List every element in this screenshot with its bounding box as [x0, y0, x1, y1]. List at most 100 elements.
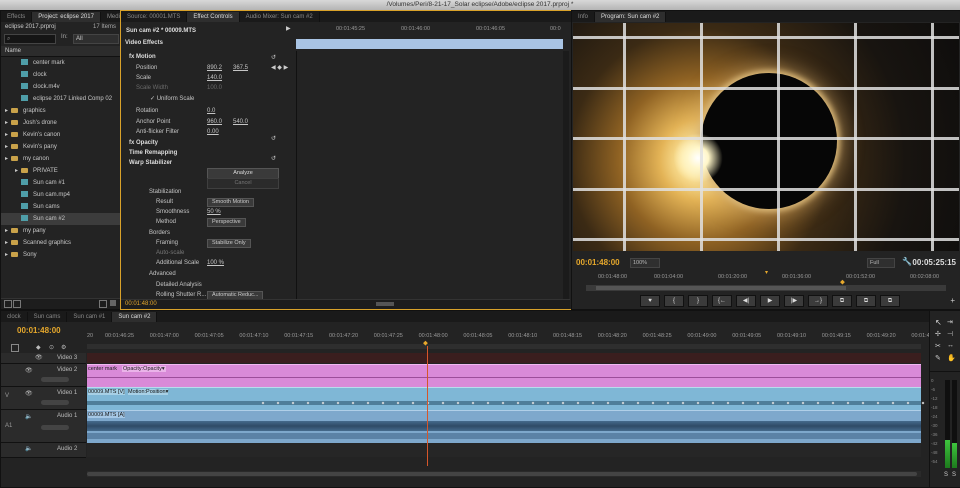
- ec-clip-bar[interactable]: [296, 39, 563, 49]
- keyframe-nav[interactable]: [41, 425, 69, 430]
- effect-value[interactable]: 0.00: [207, 127, 219, 137]
- effect-row[interactable]: Scale: [136, 73, 151, 83]
- link-icon[interactable]: ⊙: [49, 344, 54, 351]
- project-search-input[interactable]: ⌕: [4, 34, 56, 44]
- tab-sun-cams[interactable]: Sun cams: [28, 312, 68, 322]
- timeline-timecode[interactable]: 00:01:48:00: [17, 326, 61, 335]
- project-item[interactable]: Sun cam #2: [1, 213, 120, 225]
- effect-row[interactable]: Position: [136, 63, 157, 73]
- razor-tool-icon[interactable]: ✂: [935, 342, 941, 350]
- tab-project[interactable]: Project: eclipse 2017: [32, 12, 101, 22]
- effect-value[interactable]: 367.5: [233, 63, 248, 73]
- effect-value[interactable]: 960.0: [207, 117, 222, 127]
- effect-row[interactable]: Time Remapping: [129, 148, 177, 158]
- add-marker-icon[interactable]: ◆: [36, 344, 41, 351]
- 00009-video-clip[interactable]: 00009.MTS [V] Motion:Position▾: [87, 387, 955, 410]
- project-item[interactable]: ▸ Scanned graphics: [1, 237, 120, 249]
- new-item-icon[interactable]: [99, 300, 107, 308]
- opacity-rubber-band[interactable]: [87, 377, 921, 378]
- project-item[interactable]: Sun cams: [1, 201, 120, 213]
- transport-button[interactable]: ♥: [640, 295, 660, 307]
- project-item[interactable]: Sun cam #1: [1, 177, 120, 189]
- tab-sun-cam-1[interactable]: Sun cam #1: [67, 312, 113, 322]
- tab-effects[interactable]: Effects: [1, 12, 33, 22]
- effect-row[interactable]: Rotation: [136, 106, 158, 116]
- hand-tool-icon[interactable]: ✋: [947, 354, 956, 362]
- effect-value[interactable]: 140.0: [207, 73, 222, 83]
- solo-right-button[interactable]: S: [952, 472, 956, 478]
- project-item[interactable]: ▸ my canon: [1, 153, 120, 165]
- in-filter-select[interactable]: All: [73, 34, 119, 44]
- quality-select[interactable]: Full: [867, 258, 895, 268]
- reset-icon[interactable]: ↺: [271, 155, 276, 162]
- video3-track[interactable]: [87, 353, 921, 363]
- ec-ruler[interactable]: 00:01:45:25 00:01:46:00 00:01:46:05 00:0: [296, 23, 563, 37]
- eye-icon[interactable]: 👁: [35, 354, 43, 361]
- clip-effect-dropdown[interactable]: Motion:Position▾: [128, 389, 169, 395]
- project-item[interactable]: ▸ my pany: [1, 225, 120, 237]
- timeline-ruler[interactable]: 20 00:01:46:25 00:01:47:00 00:01:47:05 00:01…: [87, 333, 937, 343]
- result-select[interactable]: Smooth Motion: [207, 197, 254, 207]
- tab-sun-cam-2[interactable]: Sun cam #2: [112, 312, 158, 322]
- effect-value[interactable]: 540.0: [233, 117, 248, 127]
- transport-button[interactable]: ◀|: [736, 295, 756, 307]
- rolling-edit-tool-icon[interactable]: ⊣: [947, 330, 953, 338]
- project-item[interactable]: clock.m4v: [1, 81, 120, 93]
- transport-button[interactable]: ⧉: [880, 295, 900, 307]
- effect-row[interactable]: Scale Width: [136, 83, 168, 93]
- advanced-section[interactable]: Advanced: [149, 269, 176, 279]
- scroll-thumb[interactable]: [87, 472, 917, 476]
- method-select[interactable]: Perspective: [207, 217, 246, 227]
- play-clip-icon[interactable]: ▶: [286, 25, 291, 35]
- effect-row[interactable]: ✓ Uniform Scale: [150, 94, 194, 104]
- effect-row[interactable]: fx Motion: [129, 52, 156, 62]
- project-item[interactable]: ▸ PRIVATE: [1, 165, 120, 177]
- zoom-select[interactable]: 100%: [630, 258, 660, 268]
- clip-effect-dropdown[interactable]: Opacity:Opacity▾: [122, 366, 166, 372]
- track-header-video2[interactable]: 👁 Video 2: [1, 364, 86, 387]
- playhead-line[interactable]: [427, 346, 428, 466]
- in-point-icon[interactable]: ▾: [765, 269, 768, 276]
- track-header-audio2[interactable]: 🔈 Audio 2: [1, 443, 86, 458]
- transport-button[interactable]: →}: [808, 295, 828, 307]
- list-view-icon[interactable]: [4, 300, 12, 308]
- smoothness-value[interactable]: 50 %: [207, 207, 221, 217]
- effect-row[interactable]: Warp Stabilizer: [129, 158, 172, 168]
- framing-select[interactable]: Stabilize Only: [207, 238, 251, 248]
- transport-button[interactable]: ▶: [760, 295, 780, 307]
- project-item[interactable]: eclipse 2017 Linked Comp 02: [1, 93, 120, 105]
- additional-scale-value[interactable]: 100 %: [207, 258, 224, 268]
- stabilization-section[interactable]: Stabilization: [149, 187, 181, 197]
- program-video-frame[interactable]: [573, 23, 959, 251]
- effect-row[interactable]: Anchor Point: [136, 117, 170, 127]
- tab-clock[interactable]: clock: [1, 312, 28, 322]
- playhead-icon[interactable]: ⬥: [840, 279, 845, 287]
- selection-tool-icon[interactable]: ↖: [935, 318, 942, 327]
- tab-source[interactable]: Source: 00001.MTS: [121, 12, 188, 22]
- ec-timecode[interactable]: 00:01:48:00: [125, 301, 157, 307]
- tab-info[interactable]: Info: [572, 12, 596, 22]
- snap-icon[interactable]: [11, 344, 19, 352]
- eye-icon[interactable]: 👁: [25, 367, 33, 374]
- reset-icon[interactable]: ↺: [271, 135, 276, 142]
- eye-icon[interactable]: 👁: [25, 390, 33, 397]
- program-current-time[interactable]: 00:01:48:00: [576, 258, 620, 267]
- project-item[interactable]: ▸ Sony: [1, 249, 120, 261]
- effect-value[interactable]: 0.0: [207, 106, 215, 116]
- track-select-tool-icon[interactable]: ⇥: [947, 318, 953, 326]
- keyframe-nav[interactable]: [41, 400, 69, 405]
- transport-button[interactable]: {←: [712, 295, 732, 307]
- tab-effect-controls[interactable]: Effect Controls: [187, 12, 240, 22]
- transport-button[interactable]: |▶: [784, 295, 804, 307]
- project-item[interactable]: ▸ Josh's drone: [1, 117, 120, 129]
- wrench-icon[interactable]: 🔧: [902, 257, 912, 266]
- transport-button[interactable]: ⧉: [856, 295, 876, 307]
- transport-button[interactable]: {: [664, 295, 684, 307]
- pen-tool-icon[interactable]: ✎: [935, 354, 941, 362]
- reset-icon[interactable]: ↺: [271, 54, 276, 61]
- 00009-audio-clip[interactable]: 00009.MTS [A]: [87, 410, 921, 443]
- cancel-button[interactable]: Cancel: [207, 178, 279, 189]
- tab-program[interactable]: Program: Sun cam #2: [595, 12, 667, 22]
- icon-view-icon[interactable]: [13, 300, 21, 308]
- keyframe-nav-icon[interactable]: ◀ ◆ ▶: [271, 64, 288, 71]
